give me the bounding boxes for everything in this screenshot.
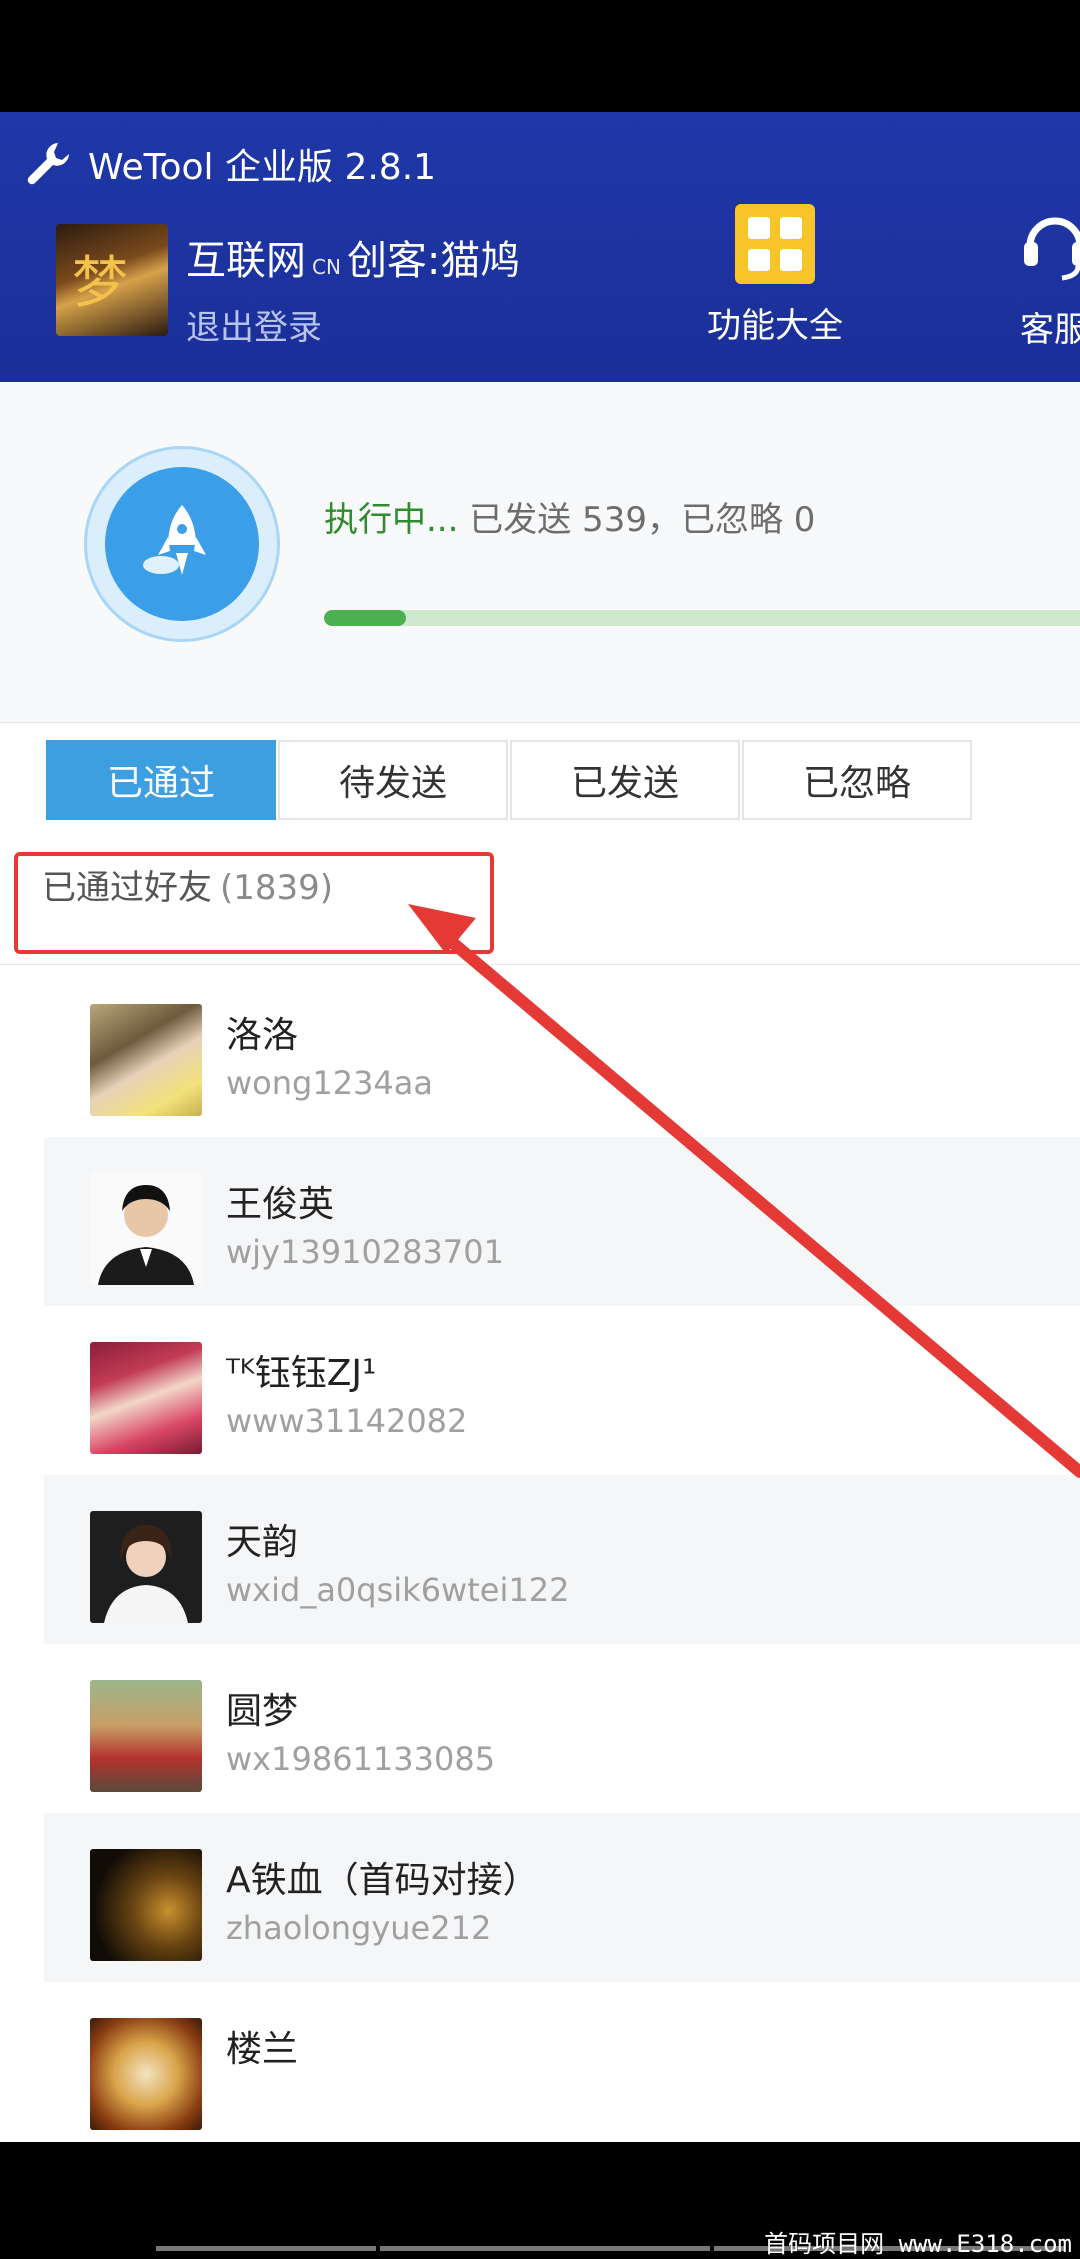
avatar (90, 1173, 202, 1285)
annotation-highlight-box (14, 852, 494, 954)
tab-passed[interactable]: 已通过 (46, 740, 276, 820)
friend-name: 天韵 (226, 1522, 299, 1563)
divider (0, 964, 1080, 965)
list-item[interactable]: 楼兰 (44, 1982, 1080, 2142)
friend-id: www31142082 (226, 1402, 468, 1440)
tab-ignored[interactable]: 已忽略 (742, 740, 972, 820)
friend-id: wjy13910283701 (226, 1233, 504, 1271)
rocket-icon (143, 505, 206, 575)
running-label: 执行中... (324, 500, 459, 540)
watermark-text: 首码项目网 www.E318.com (764, 2230, 1072, 2258)
list-item[interactable]: 洛洛 wong1234aa (44, 968, 1080, 1137)
avatar (90, 1849, 202, 1961)
app-title: WeTool 企业版 2.8.1 (88, 147, 437, 188)
nav-handle (380, 2246, 710, 2251)
friend-name: A铁血（首码对接） (226, 1860, 539, 1901)
friend-name: 王俊英 (226, 1184, 335, 1225)
avatar[interactable]: 梦 (56, 224, 168, 336)
app-header: WeTool 企业版 2.8.1 梦 互联网 CN 创客:猫鸠 退出登录 功能大全 (0, 112, 1080, 382)
grid-icon (735, 204, 815, 284)
headset-icon (1024, 217, 1080, 281)
wrench-icon (27, 143, 69, 185)
list-item[interactable]: ᵀᴷ钰钰ZJ¹ www31142082 (44, 1306, 1080, 1475)
title-bar: WeTool 企业版 2.8.1 (24, 134, 436, 194)
friend-id: wong1234aa (226, 1064, 433, 1102)
list-item[interactable]: 天韵 wxid_a0qsik6wtei122 (44, 1475, 1080, 1644)
task-progress-panel: 执行中... 已发送 539，已忽略 0 (0, 382, 1080, 723)
friend-id: wxid_a0qsik6wtei122 (226, 1571, 570, 1609)
friend-name: 圆梦 (226, 1691, 299, 1732)
send-summary: 已发送 539，已忽略 0 (469, 500, 816, 540)
logout-link[interactable]: 退出登录 (186, 300, 322, 349)
status-tabs: 已通过 待发送 已发送 已忽略 (46, 740, 974, 820)
customer-service-label: 客服 (1020, 310, 1080, 350)
friend-name: ᵀᴷ钰钰ZJ¹ (226, 1353, 377, 1394)
friend-id: wx19861133085 (226, 1740, 496, 1778)
avatar (90, 1342, 202, 1454)
progress-fill (324, 610, 406, 626)
list-item[interactable]: A铁血（首码对接） zhaolongyue212 (44, 1813, 1080, 1982)
list-item[interactable]: 圆梦 wx19861133085 (44, 1644, 1080, 1813)
avatar (90, 2018, 202, 2130)
avatar (90, 1680, 202, 1792)
function-center-label: 功能大全 (707, 306, 843, 346)
avatar (90, 1004, 202, 1116)
avatar (90, 1511, 202, 1623)
user-profile: 梦 互联网 CN 创客:猫鸠 退出登录 (56, 224, 520, 349)
bottom-bar: 首码项目网 www.E318.com (0, 2142, 1080, 2258)
status-text: 执行中... 已发送 539，已忽略 0 (324, 492, 815, 541)
function-center-button[interactable]: 功能大全 (700, 204, 850, 347)
rocket-badge (84, 446, 280, 642)
nav-handle (156, 2246, 376, 2251)
profile-name: 互联网 CN 创客:猫鸠 (186, 238, 521, 284)
customer-service-button[interactable]: 客服 (1020, 204, 1080, 351)
friend-list: 洛洛 wong1234aa 王俊英 wjy13910283701 ᵀᴷ钰钰ZJ¹… (44, 968, 1080, 2142)
progress-bar (324, 610, 1080, 626)
friend-name: 楼兰 (226, 2029, 299, 2070)
tab-pending[interactable]: 待发送 (278, 740, 508, 820)
wetool-window: WeTool 企业版 2.8.1 梦 互联网 CN 创客:猫鸠 退出登录 功能大全 (0, 112, 1080, 2142)
list-item[interactable]: 王俊英 wjy13910283701 (44, 1137, 1080, 1306)
friend-id: zhaolongyue212 (226, 1909, 492, 1947)
friend-name: 洛洛 (226, 1015, 299, 1056)
tab-sent[interactable]: 已发送 (510, 740, 740, 820)
